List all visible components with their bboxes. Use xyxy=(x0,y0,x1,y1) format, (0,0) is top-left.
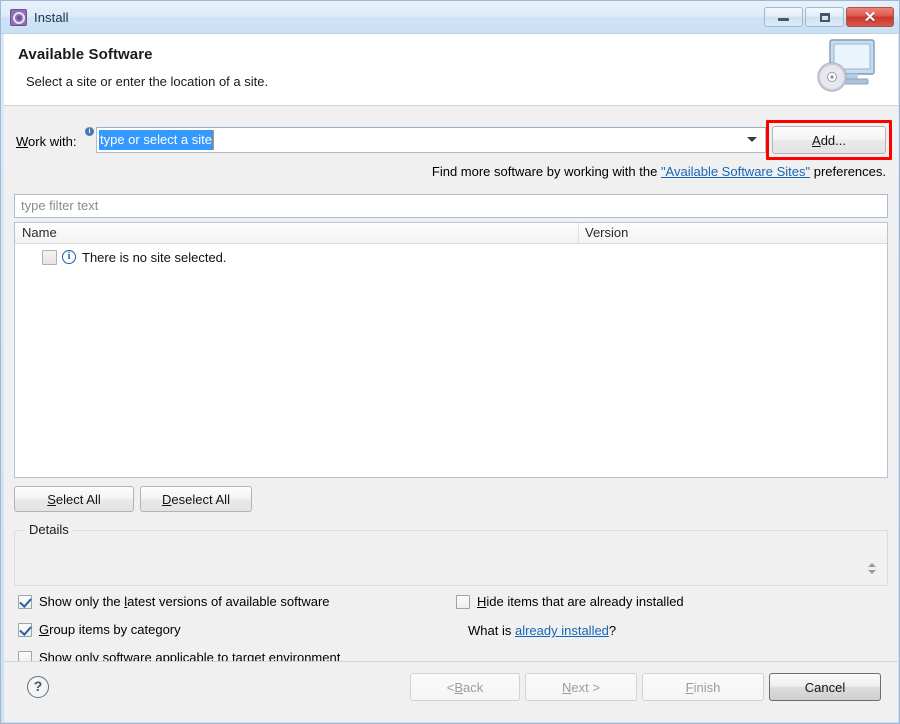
maximize-button[interactable] xyxy=(805,7,844,27)
checkbox-group-items-by-category[interactable]: Group items by category xyxy=(18,622,181,637)
work-with-row: Work with: i type or select a site Add..… xyxy=(4,126,898,158)
spinner-down-icon[interactable] xyxy=(868,570,876,574)
software-table[interactable]: Name Version i There is no site selected… xyxy=(14,222,888,478)
page-subtitle: Select a site or enter the location of a… xyxy=(26,74,268,89)
dialog-body: Work with: i type or select a site Add..… xyxy=(4,106,898,661)
deselect-all-button[interactable]: Deselect All xyxy=(140,486,252,512)
available-software-sites-link[interactable]: "Available Software Sites" xyxy=(661,164,810,179)
close-icon: ✕ xyxy=(864,10,877,25)
close-button[interactable]: ✕ xyxy=(846,7,894,27)
find-more-software-text: Find more software by working with the "… xyxy=(432,164,886,179)
minimize-icon xyxy=(778,18,789,21)
cancel-button[interactable]: Cancel xyxy=(769,673,881,701)
question-mark-icon[interactable]: ? xyxy=(27,676,49,698)
checkbox-box[interactable] xyxy=(18,623,32,637)
work-with-label: Work with: xyxy=(16,134,76,149)
row-name-label: There is no site selected. xyxy=(82,250,227,265)
filter-placeholder: type filter text xyxy=(21,198,98,213)
info-icon: i xyxy=(85,127,94,136)
dialog-footer: ? < Back Next > Finish Cancel xyxy=(4,661,898,722)
page-title: Available Software xyxy=(18,46,153,63)
checkbox-hide-already-installed[interactable]: Hide items that are already installed xyxy=(456,594,684,609)
details-legend: Details xyxy=(25,522,73,537)
table-row[interactable]: i There is no site selected. xyxy=(15,246,887,268)
already-installed-link[interactable]: already installed xyxy=(515,623,609,638)
window-controls: ✕ xyxy=(764,7,894,27)
next-button[interactable]: Next > xyxy=(525,673,637,701)
column-header-name[interactable]: Name xyxy=(22,225,57,240)
what-is-already-installed-text: What is already installed? xyxy=(468,623,616,638)
minimize-button[interactable] xyxy=(764,7,803,27)
title-bar-left: Install xyxy=(10,9,69,26)
checkbox-box[interactable] xyxy=(18,595,32,609)
work-with-input[interactable]: type or select a site xyxy=(99,130,214,150)
window-title: Install xyxy=(34,10,69,25)
checkbox-show-latest-versions[interactable]: Show only the latest versions of availab… xyxy=(18,594,330,609)
select-all-button[interactable]: Select All xyxy=(14,486,134,512)
filter-input[interactable]: type filter text xyxy=(14,194,888,218)
info-icon: i xyxy=(62,250,76,264)
add-button[interactable]: Add... xyxy=(772,126,886,154)
title-bar[interactable]: Install ✕ xyxy=(1,1,900,34)
details-group: Details xyxy=(14,530,888,586)
row-checkbox[interactable] xyxy=(42,250,57,265)
work-with-combo[interactable]: type or select a site xyxy=(96,127,766,153)
column-header-version[interactable]: Version xyxy=(585,225,628,240)
wizard-banner: Available Software Select a site or ente… xyxy=(4,34,898,106)
maximize-icon xyxy=(820,13,830,22)
table-header: Name Version xyxy=(15,223,887,244)
back-button[interactable]: < Back xyxy=(410,673,520,701)
checkbox-label: Show only the latest versions of availab… xyxy=(39,594,330,609)
column-divider[interactable] xyxy=(578,223,579,243)
chevron-down-icon[interactable] xyxy=(747,137,757,142)
checkbox-label: Hide items that are already installed xyxy=(477,594,684,609)
finish-button[interactable]: Finish xyxy=(642,673,764,701)
gear-icon xyxy=(10,9,27,26)
spinner-up-icon[interactable] xyxy=(868,563,876,567)
checkbox-label: Group items by category xyxy=(39,622,181,637)
checkbox-box[interactable] xyxy=(456,595,470,609)
computer-with-disc-icon xyxy=(816,36,884,98)
install-dialog-window: Install ✕ Available Software Select a si… xyxy=(0,0,900,724)
spinner-up-down-icon[interactable] xyxy=(864,557,880,579)
